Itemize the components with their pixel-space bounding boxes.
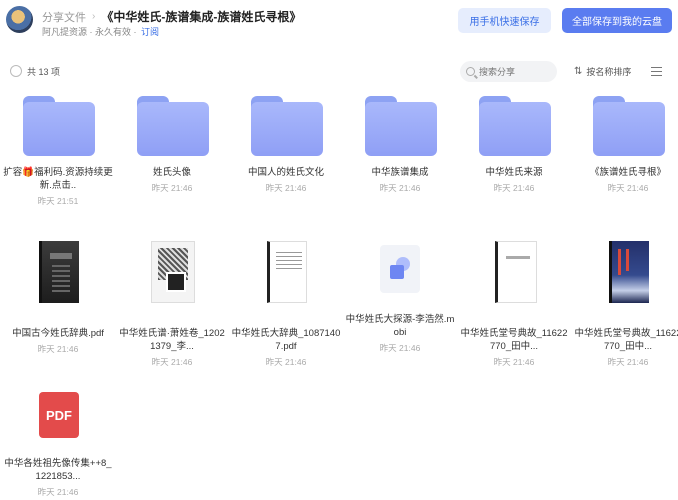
- file-name: 中华姓氏堂号典故_11622770_田中...: [574, 328, 678, 352]
- subscribe-link[interactable]: 订阅: [141, 27, 159, 37]
- file-name: 《族谱姓氏寻根》: [589, 167, 666, 178]
- sharer-avatar[interactable]: [6, 6, 33, 33]
- file-item[interactable]: 中华姓氏大探源-李浩然.mobi 昨天 21:46: [345, 241, 455, 354]
- file-name: 中国人的姓氏文化: [247, 167, 324, 178]
- breadcrumb-root[interactable]: 分享文件: [42, 9, 86, 25]
- file-time: 昨天 21:46: [265, 357, 307, 367]
- folder-icon: [3, 96, 113, 158]
- file-item[interactable]: PDF 中华各姓祖先像传集++8_1221853... 昨天 21:46: [3, 392, 113, 498]
- book-cover-icon: [117, 241, 227, 303]
- file-item[interactable]: 中国古今姓氏辞典.pdf 昨天 21:46: [3, 241, 113, 355]
- file-item[interactable]: 中华姓氏谱·萧姓卷_12021379_李... 昨天 21:46: [117, 241, 227, 368]
- file-name: 中华姓氏堂号典故_11622770_田中...: [460, 328, 568, 352]
- file-name: 姓氏头像: [152, 167, 191, 178]
- file-time: 昨天 21:46: [493, 357, 535, 367]
- file-name: 中华姓氏来源: [485, 167, 543, 178]
- file-name: 中华各姓祖先像传集++8_1221853...: [4, 458, 112, 482]
- folder-icon: [117, 96, 227, 158]
- sharer-name[interactable]: 阿凡提资源: [42, 27, 87, 37]
- sort-button[interactable]: ⇅ 按名称排序: [574, 65, 631, 78]
- phone-save-button[interactable]: 用手机快速保存: [458, 8, 551, 33]
- file-item[interactable]: 扩容🎁福利码.资源持续更新.点击.. 昨天 21:51: [3, 96, 113, 207]
- file-time: 昨天 21:46: [37, 487, 79, 497]
- folder-icon: [231, 96, 341, 158]
- list-toolbar: 共 13 项 ⇅ 按名称排序: [0, 60, 678, 84]
- list-view-menu-icon[interactable]: [651, 67, 662, 76]
- file-time: 昨天 21:46: [379, 183, 421, 193]
- validity-text: · 永久有效 ·: [89, 27, 137, 37]
- file-time: 昨天 21:51: [37, 196, 79, 206]
- search-icon: [466, 67, 475, 76]
- sort-label: 按名称排序: [586, 67, 632, 77]
- folder-icon: [459, 96, 569, 158]
- search-box[interactable]: [460, 61, 557, 82]
- select-all-checkbox[interactable]: [10, 65, 22, 77]
- file-name: 中国古今姓氏辞典.pdf: [12, 328, 104, 339]
- item-count: 共 13 项: [27, 67, 61, 77]
- book-cover-icon: [231, 241, 341, 303]
- file-time: 昨天 21:46: [379, 343, 421, 353]
- file-item[interactable]: 中华姓氏堂号典故_11622770_田中... 昨天 21:46: [573, 241, 678, 368]
- file-time: 昨天 21:46: [493, 183, 535, 193]
- file-item[interactable]: 中华族谱集成 昨天 21:46: [345, 96, 455, 194]
- file-item[interactable]: 中华姓氏大辞典_10871407.pdf 昨天 21:46: [231, 241, 341, 368]
- file-time: 昨天 21:46: [265, 183, 307, 193]
- file-name: 中华姓氏大辞典_10871407.pdf: [231, 328, 341, 352]
- file-item[interactable]: 中国人的姓氏文化 昨天 21:46: [231, 96, 341, 194]
- file-name: 中华姓氏谱·萧姓卷_12021379_李...: [119, 328, 225, 352]
- book-cover-icon: [459, 241, 569, 303]
- file-name: 中华族谱集成: [371, 167, 429, 178]
- breadcrumb-separator-icon: ›: [92, 11, 96, 22]
- book-cover-icon: [573, 241, 678, 303]
- file-name: 扩容🎁福利码.资源持续更新.点击..: [3, 167, 113, 191]
- search-input[interactable]: [479, 66, 549, 77]
- file-item[interactable]: 中华姓氏来源 昨天 21:46: [459, 96, 569, 194]
- file-item[interactable]: 中华姓氏堂号典故_11622770_田中... 昨天 21:46: [459, 241, 569, 368]
- pdf-file-icon: PDF: [3, 392, 113, 454]
- file-time: 昨天 21:46: [607, 183, 649, 193]
- share-header: 分享文件 › 《中华姓氏-族谱集成-族谱姓氏寻根》 阿凡提资源 · 永久有效 ·…: [0, 0, 678, 46]
- file-time: 昨天 21:46: [151, 357, 193, 367]
- file-name: 中华姓氏大探源-李浩然.mobi: [345, 314, 455, 338]
- share-info: 阿凡提资源 · 永久有效 · 订阅: [42, 25, 159, 38]
- mobi-file-icon: [345, 241, 455, 303]
- folder-icon: [573, 96, 678, 158]
- file-time: 昨天 21:46: [607, 357, 649, 367]
- save-all-button[interactable]: 全部保存到我的云盘: [562, 8, 672, 33]
- file-item[interactable]: 姓氏头像 昨天 21:46: [117, 96, 227, 194]
- page-title: 《中华姓氏-族谱集成-族谱姓氏寻根》: [101, 10, 302, 24]
- breadcrumb: 分享文件 › 《中华姓氏-族谱集成-族谱姓氏寻根》: [42, 8, 301, 25]
- file-time: 昨天 21:46: [37, 344, 79, 354]
- book-cover-icon: [3, 241, 113, 303]
- file-item[interactable]: 《族谱姓氏寻根》 昨天 21:46: [573, 96, 678, 194]
- sort-icon: ⇅: [574, 66, 583, 77]
- folder-icon: [345, 96, 455, 158]
- file-time: 昨天 21:46: [151, 183, 193, 193]
